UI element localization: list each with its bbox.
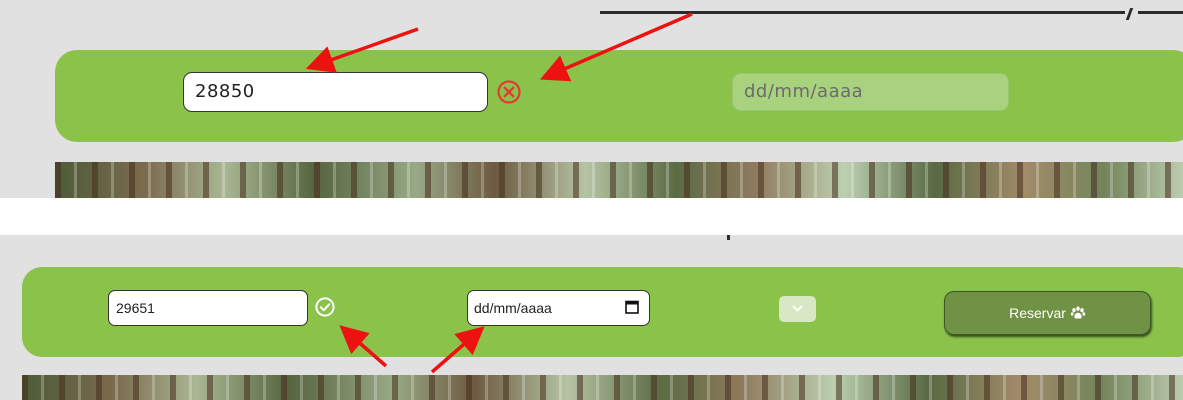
service-select[interactable]	[779, 296, 816, 322]
date-placeholder: dd/mm/aaaa	[474, 300, 552, 316]
header-divider-mark	[727, 235, 730, 240]
reserve-button[interactable]: Reservar	[944, 291, 1151, 335]
chevron-down-icon	[792, 305, 803, 312]
date-input[interactable]: dd/mm/aaaa	[467, 290, 650, 326]
header-divider-mark	[1125, 8, 1134, 20]
check-circle-icon	[315, 297, 335, 317]
postal-code-value: 29651	[116, 300, 155, 316]
forest-banner-image	[55, 162, 1183, 198]
forest-banner-image	[22, 375, 1183, 400]
postal-code-value: 28850	[195, 81, 255, 102]
calendar-icon[interactable]	[624, 299, 640, 315]
screenshot-bottom: 29651 dd/mm/aaaa Reservar	[0, 235, 1183, 400]
screenshot-top: 28850 dd/mm/aaaa	[0, 0, 1183, 198]
postal-code-input[interactable]: 28850	[183, 72, 488, 112]
error-circle-icon	[497, 80, 521, 104]
date-placeholder: dd/mm/aaaa	[744, 81, 864, 102]
header-divider	[600, 11, 1125, 14]
postal-code-input[interactable]: 29651	[108, 290, 308, 326]
paw-icon	[1070, 306, 1086, 319]
date-input-disabled[interactable]: dd/mm/aaaa	[732, 73, 1009, 111]
header-divider-end	[1138, 11, 1183, 14]
reserve-button-label: Reservar	[1009, 305, 1066, 321]
